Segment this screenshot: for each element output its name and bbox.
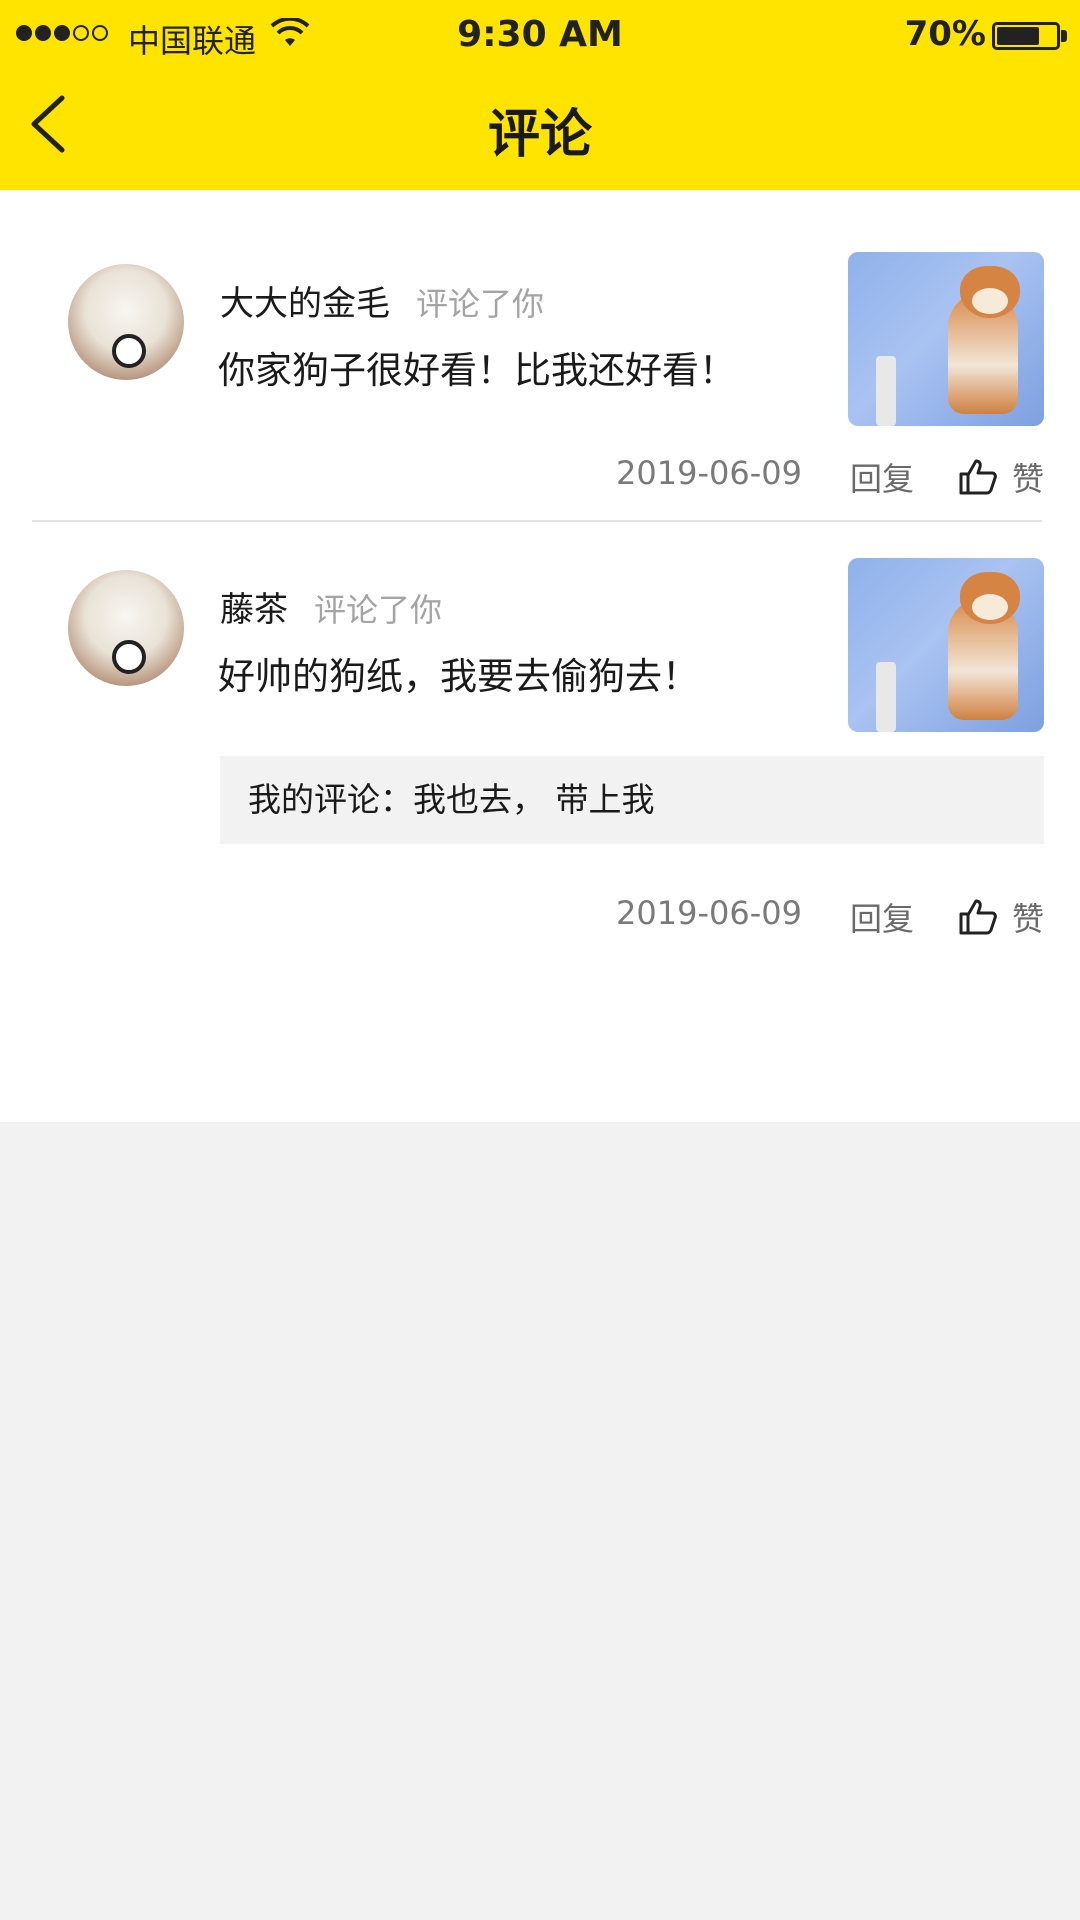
comment-divider [32,520,1042,522]
thumbnail-post [876,662,896,732]
post-thumbnail[interactable] [848,252,1044,426]
comment-action: 评论了你 [314,591,443,629]
avatar[interactable] [68,570,184,686]
battery-percent: 70% [904,14,986,54]
comment-username[interactable]: 藤茶 评论了你 [220,582,442,631]
battery-icon [992,22,1060,50]
comment-date: 2019-06-09 [616,894,802,932]
comment-username[interactable]: 大大的金毛 评论了你 [220,276,544,325]
comment-content: 你家狗子很好看！比我还好看！ [218,349,736,392]
app-header: 中国联通 9:30 AM 70% 评论 [0,0,1080,190]
thumbs-up-icon [959,899,997,935]
comment-date: 2019-06-09 [616,454,802,492]
like-label: 赞 [1011,900,1044,938]
reply-button[interactable]: 回复 [850,894,914,940]
battery-fill [997,27,1039,45]
avatar-cup [112,334,146,368]
like-button[interactable]: 赞 [958,454,1044,500]
thumbnail-dog-face [972,594,1008,620]
username-text[interactable]: 藤茶 [220,590,288,630]
avatar-cup [112,640,146,674]
like-button[interactable]: 赞 [958,894,1044,940]
thumbs-up-icon [959,459,997,495]
comment-action: 评论了你 [416,285,545,323]
reply-button[interactable]: 回复 [850,454,914,500]
avatar[interactable] [68,264,184,380]
battery-cap [1061,30,1067,42]
username-text[interactable]: 大大的金毛 [220,284,390,324]
status-bar: 中国联通 9:30 AM 70% [0,0,1080,72]
thumbnail-dog-face [972,288,1008,314]
thumbnail-post [876,356,896,426]
like-label: 赞 [1011,460,1044,498]
page-title: 评论 [487,105,592,165]
my-comment: 我的评论：我也去， 带上我 [220,756,1044,844]
comment-content: 好帅的狗纸，我要去偷狗去！ [218,655,699,698]
comment-list: 大大的金毛 评论了你 你家狗子很好看！比我还好看！ 2019-06-09 回复 赞 [0,190,1080,1122]
post-thumbnail[interactable] [848,558,1044,732]
